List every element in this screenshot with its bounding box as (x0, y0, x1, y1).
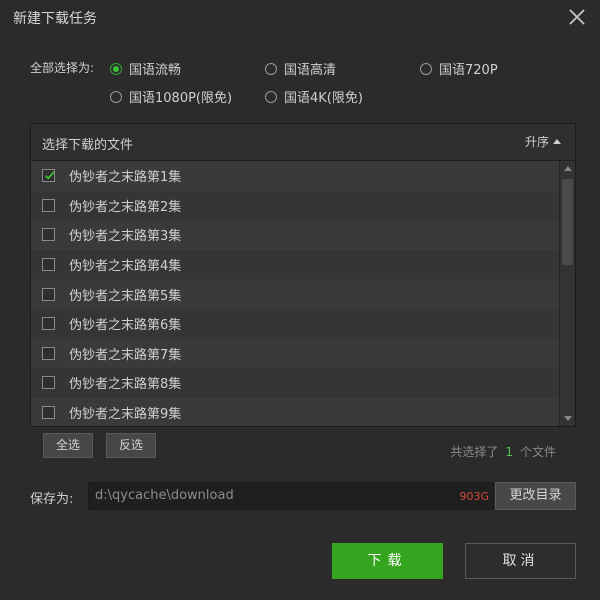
change-directory-button[interactable]: 更改目录 (495, 482, 576, 510)
close-icon[interactable] (566, 6, 588, 28)
sort-ascending-button[interactable]: 升序 (525, 133, 561, 150)
file-name: 伪钞者之末路第6集 (69, 318, 182, 334)
radio-quality-1080p[interactable]: 国语1080P(限免) (110, 87, 232, 106)
file-name: 伪钞者之末路第8集 (69, 377, 182, 393)
checkbox-checked-icon[interactable] (42, 169, 55, 183)
file-row[interactable]: 伪钞者之末路第6集 (31, 308, 559, 339)
invert-selection-button[interactable]: 反选 (106, 433, 157, 458)
file-list-panel: 选择下载的文件 升序 伪钞者之末路第1集 伪钞者之末路第2集 伪钞者之末路第3集… (30, 123, 576, 427)
file-row[interactable]: 伪钞者之末路第9集 (31, 397, 559, 426)
sort-label: 升序 (524, 135, 549, 149)
scroll-down-icon[interactable] (564, 416, 572, 421)
cancel-button[interactable]: 取消 (465, 543, 576, 579)
count-suffix: 个文件 (519, 445, 556, 459)
checkbox-icon[interactable] (42, 287, 55, 301)
checkbox-icon[interactable] (42, 228, 55, 242)
file-name: 伪钞者之末路第7集 (69, 347, 182, 363)
file-row[interactable]: 伪钞者之末路第5集 (31, 279, 559, 309)
radio-checked-icon (110, 62, 122, 75)
file-list-title: 选择下载的文件 (42, 138, 134, 153)
checkbox-icon[interactable] (42, 346, 55, 360)
radio-label: 国语流畅 (129, 63, 182, 78)
radio-unchecked-icon (110, 90, 122, 103)
radio-quality-4k[interactable]: 国语4K(限免) (265, 87, 363, 106)
radio-quality-720p[interactable]: 国语720P (420, 59, 498, 78)
scroll-thumb[interactable] (562, 179, 573, 265)
file-row[interactable]: 伪钞者之末路第8集 (31, 368, 559, 398)
file-name: 伪钞者之末路第3集 (69, 229, 182, 245)
radio-unchecked-icon (265, 90, 277, 103)
checkbox-icon[interactable] (42, 317, 55, 331)
file-row[interactable]: 伪钞者之末路第3集 (31, 220, 559, 250)
title-bar: 新建下载任务 (0, 0, 600, 36)
file-name: 伪钞者之末路第9集 (69, 407, 182, 423)
file-list: 伪钞者之末路第1集 伪钞者之末路第2集 伪钞者之末路第3集 伪钞者之末路第4集 … (31, 161, 559, 426)
select-all-button[interactable]: 全选 (43, 433, 94, 458)
save-path-value: d:\qycache\download (95, 488, 234, 503)
checkbox-icon[interactable] (42, 376, 55, 390)
selection-count: 共选择了 1 个文件 (450, 443, 556, 460)
radio-label: 国语4K(限免) (284, 91, 363, 106)
download-button[interactable]: 下载 (332, 543, 443, 579)
window-title: 新建下载任务 (13, 11, 97, 27)
save-path-field[interactable]: d:\qycache\download 903G (88, 482, 494, 510)
radio-unchecked-icon (420, 62, 432, 75)
count-prefix: 共选择了 (450, 445, 499, 459)
checkbox-icon[interactable] (42, 198, 55, 212)
file-row[interactable]: 伪钞者之末路第4集 (31, 249, 559, 280)
radio-label: 国语720P (439, 63, 498, 78)
file-name: 伪钞者之末路第1集 (69, 170, 182, 186)
save-path-label: 保存为: (30, 492, 74, 507)
sort-up-icon (553, 139, 561, 144)
checkbox-icon[interactable] (42, 258, 55, 272)
file-row[interactable]: 伪钞者之末路第1集 (31, 161, 559, 191)
free-space-value: 903G (459, 490, 489, 503)
radio-quality-smooth[interactable]: 国语流畅 (110, 59, 181, 78)
quality-label: 全部选择为: (30, 61, 95, 75)
file-list-header: 选择下载的文件 升序 (31, 124, 575, 161)
radio-unchecked-icon (265, 62, 277, 75)
radio-quality-hd[interactable]: 国语高清 (265, 59, 336, 78)
file-list-scrollbar[interactable] (559, 161, 575, 426)
scroll-up-icon[interactable] (564, 166, 572, 171)
file-row[interactable]: 伪钞者之末路第7集 (31, 338, 559, 369)
file-row[interactable]: 伪钞者之末路第2集 (31, 190, 559, 221)
checkbox-icon[interactable] (42, 406, 55, 420)
file-name: 伪钞者之末路第4集 (69, 259, 182, 275)
count-value: 1 (505, 445, 513, 459)
file-name: 伪钞者之末路第5集 (69, 288, 182, 304)
radio-label: 国语1080P(限免) (129, 91, 233, 106)
file-name: 伪钞者之末路第2集 (69, 199, 182, 215)
radio-label: 国语高清 (284, 63, 337, 78)
